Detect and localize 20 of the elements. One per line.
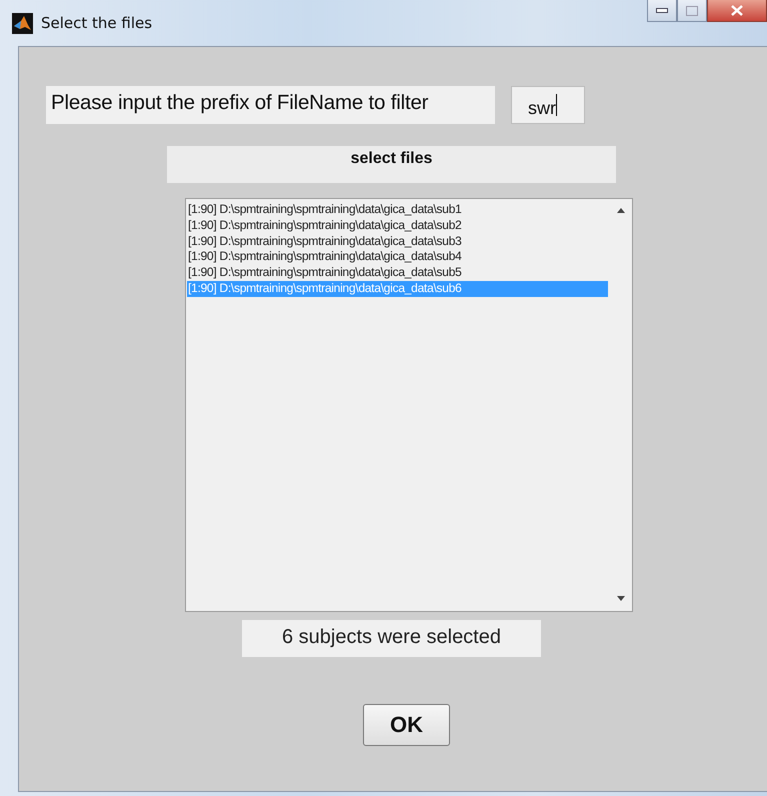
file-list-item[interactable]: [1:90] D:\spmtraining\spmtraining\data\gica_data\sub3	[187, 234, 608, 250]
prefix-label: Please input the prefix of FileName to filter	[46, 86, 495, 124]
minimize-icon	[656, 8, 668, 13]
maximize-icon	[686, 6, 698, 16]
scroll-up-icon[interactable]	[617, 208, 625, 213]
minimize-button[interactable]	[647, 0, 677, 22]
file-list-item[interactable]: [1:90] D:\spmtraining\spmtraining\data\gica_data\sub1	[187, 202, 608, 218]
app-logo-icon	[12, 13, 33, 34]
close-icon	[731, 5, 743, 16]
close-button[interactable]	[707, 0, 767, 22]
ok-button[interactable]: OK	[363, 704, 450, 746]
file-listbox[interactable]	[185, 198, 633, 612]
prefix-input-field[interactable]: swr	[511, 86, 585, 124]
scroll-down-icon[interactable]	[617, 596, 625, 601]
list-header: select files	[167, 146, 616, 183]
status-text: 6 subjects were selected	[242, 620, 541, 657]
file-list-item[interactable]: [1:90] D:\spmtraining\spmtraining\data\gica_data\sub5	[187, 265, 608, 281]
window-title: Select the files	[41, 13, 152, 33]
file-list-item[interactable]: [1:90] D:\spmtraining\spmtraining\data\gica_data\sub2	[187, 218, 608, 234]
file-list-item[interactable]: [1:90] D:\spmtraining\spmtraining\data\gica_data\sub4	[187, 249, 608, 266]
